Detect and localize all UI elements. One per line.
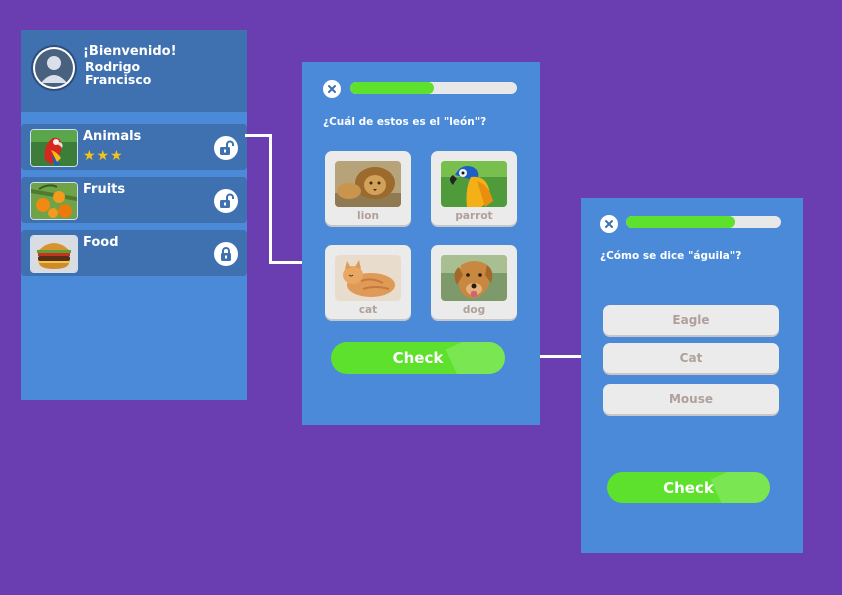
check-label: Check (663, 478, 714, 497)
option-label: parrot (455, 210, 493, 222)
category-name: Food (83, 235, 119, 250)
option-card-cat[interactable]: cat (325, 245, 411, 319)
category-name: Animals (83, 129, 142, 144)
category-animals[interactable]: Animals ★★★ (21, 124, 247, 170)
progress-bar (350, 82, 517, 94)
option-card-parrot[interactable]: parrot (431, 151, 517, 225)
category-fruits[interactable]: Fruits (21, 177, 247, 223)
profile-header: ¡Bienvenido! Rodrigo Francisco (21, 30, 247, 112)
answer-option-cat[interactable]: Cat (603, 343, 779, 373)
locked-icon[interactable] (214, 242, 238, 266)
category-name: Fruits (83, 182, 126, 197)
burger-thumbnail (30, 235, 78, 273)
close-icon (328, 85, 336, 93)
question-text: ¿Cuál de estos es el "león"? (323, 116, 487, 128)
parrot-thumbnail (30, 129, 78, 167)
flow-connector (245, 134, 272, 137)
oranges-thumbnail (30, 182, 78, 220)
unlocked-icon[interactable] (214, 136, 238, 160)
picture-quiz-screen: ¿Cuál de estos es el "león"? lion parrot… (302, 62, 540, 425)
progress-bar (626, 216, 781, 228)
avatar[interactable] (31, 45, 77, 91)
parrot-image (441, 161, 507, 207)
flow-connector (269, 134, 272, 264)
welcome-text: ¡Bienvenido! (83, 44, 177, 59)
option-label: dog (462, 304, 486, 316)
option-card-lion[interactable]: lion (325, 151, 411, 225)
user-icon (33, 47, 75, 89)
option-label: lion (357, 210, 379, 222)
close-icon (605, 220, 613, 228)
check-button[interactable]: Check (607, 472, 770, 503)
home-screen: ¡Bienvenido! Rodrigo Francisco Animals ★… (21, 30, 247, 400)
option-label: cat (358, 304, 378, 316)
progress-fill (350, 82, 434, 94)
question-text: ¿Cómo se dice "águila"? (600, 250, 742, 262)
lion-image (335, 161, 401, 207)
close-button[interactable] (600, 215, 618, 233)
check-button[interactable]: Check (331, 342, 505, 374)
stars-rating: ★★★ (83, 148, 124, 164)
progress-fill (626, 216, 735, 228)
category-food[interactable]: Food (21, 230, 247, 276)
dog-image (441, 255, 507, 301)
answer-option-eagle[interactable]: Eagle (603, 305, 779, 335)
check-label: Check (392, 349, 444, 367)
answer-option-mouse[interactable]: Mouse (603, 384, 779, 414)
cat-image (335, 255, 401, 301)
user-name: Rodrigo Francisco (85, 59, 152, 87)
close-button[interactable] (323, 80, 341, 98)
unlocked-icon[interactable] (214, 189, 238, 213)
option-card-dog[interactable]: dog (431, 245, 517, 319)
text-quiz-screen: ¿Cómo se dice "águila"? Eagle Cat Mouse … (581, 198, 803, 553)
